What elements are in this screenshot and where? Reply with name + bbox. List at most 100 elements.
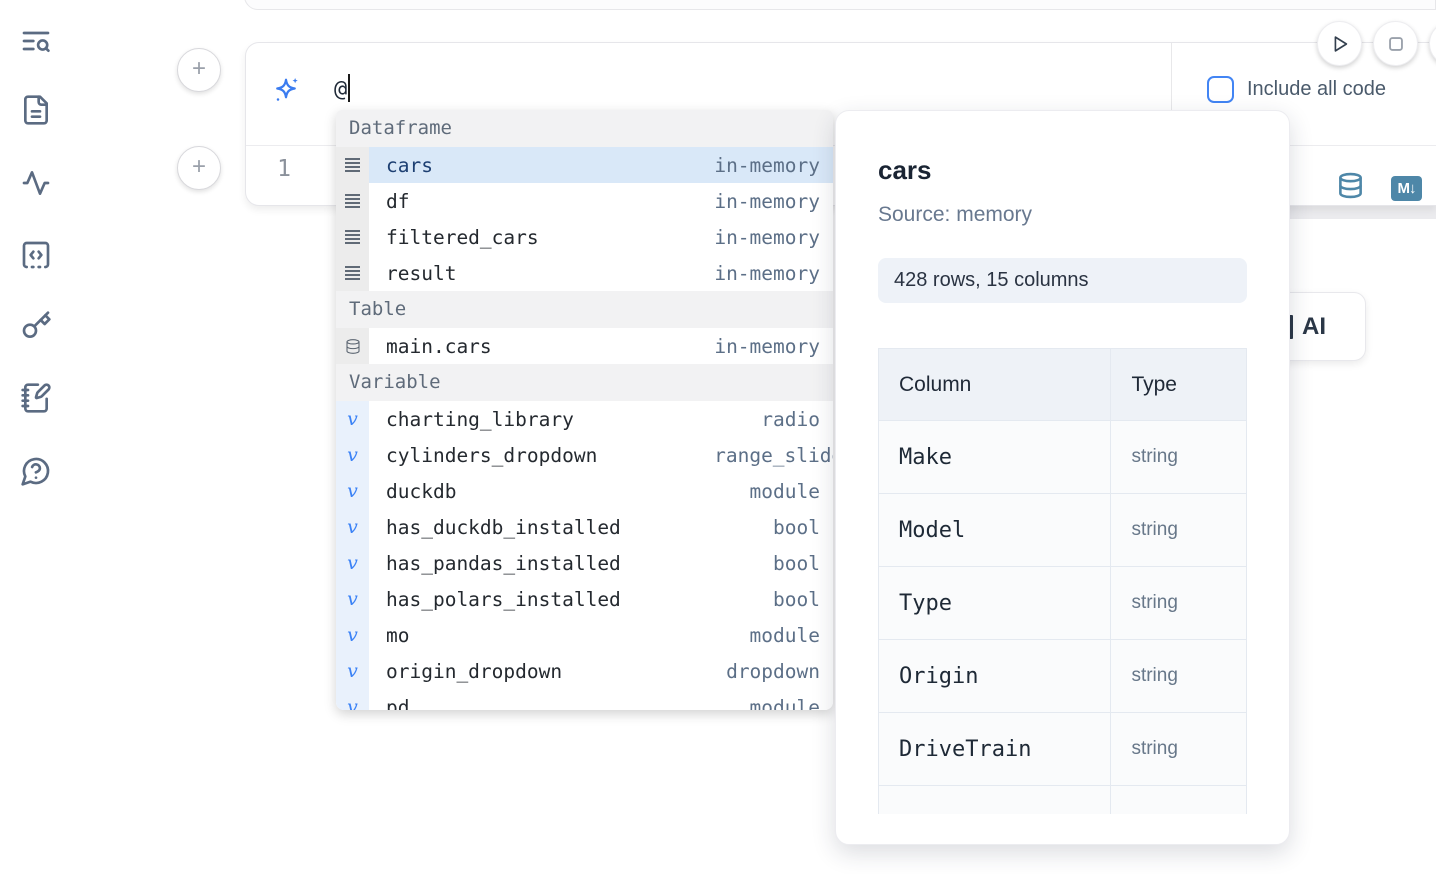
dataframe-icon — [344, 265, 361, 281]
autocomplete-item[interactable]: v has_duckdb_installed bool — [336, 509, 833, 545]
schema-column-type — [1111, 786, 1247, 815]
item-gutter: v — [336, 255, 369, 291]
notebook-pen-icon — [20, 382, 52, 414]
help-chat-icon — [20, 455, 52, 487]
autocomplete-item[interactable]: v mo module — [336, 617, 833, 653]
autocomplete-section-header: Table — [336, 291, 833, 328]
autocomplete-list: Dataframe v cars in-memory v df in-memor… — [336, 110, 833, 710]
item-name: cylinders_dropdown — [386, 444, 597, 467]
item-name: result — [386, 262, 456, 285]
variable-icon: v — [347, 662, 358, 681]
schema-column-name: Type — [879, 567, 1111, 640]
item-gutter: v — [336, 545, 369, 581]
autocomplete-item[interactable]: v filtered_cars in-memory — [336, 219, 833, 255]
autocomplete-item[interactable]: v charting_library radio — [336, 401, 833, 437]
sidebar-item-scratchpad[interactable] — [19, 381, 53, 415]
item-gutter: v — [336, 437, 369, 473]
include-all-code-checkbox[interactable] — [1207, 76, 1234, 103]
item-type: module — [750, 480, 820, 503]
variable-icon: v — [347, 446, 358, 465]
autocomplete-item[interactable]: v has_pandas_installed bool — [336, 545, 833, 581]
file-document-icon — [20, 94, 52, 126]
schema-row: Origin string — [879, 640, 1247, 713]
markdown-icon[interactable]: M↓ — [1391, 176, 1422, 201]
item-gutter: v — [336, 219, 369, 255]
autocomplete-item[interactable]: v df in-memory — [336, 183, 833, 219]
item-name: origin_dropdown — [386, 660, 562, 683]
run-cell-button[interactable] — [1317, 21, 1362, 66]
line-number: 1 — [267, 156, 291, 182]
item-gutter: v — [336, 147, 369, 183]
autocomplete-item[interactable]: v duckdb module — [336, 473, 833, 509]
item-type: in-memory — [714, 226, 820, 249]
schema-table: Column Type Make string Model string Typ… — [878, 348, 1247, 814]
item-type: in-memory — [714, 262, 820, 285]
autocomplete-item[interactable]: v cars in-memory — [336, 147, 833, 183]
sidebar-item-snippets[interactable] — [19, 238, 53, 272]
autocomplete-item[interactable]: v has_polars_installed bool — [336, 581, 833, 617]
variable-icon: v — [347, 590, 358, 609]
stop-button[interactable] — [1373, 21, 1418, 66]
sidebar-item-files[interactable] — [19, 93, 53, 127]
item-gutter: v — [336, 617, 369, 653]
marimo-notebook: + + @ Include all code 1 M↓ — [0, 0, 1436, 874]
autocomplete-item[interactable]: v pd module — [336, 689, 833, 710]
sidebar — [0, 0, 72, 874]
item-gutter: v — [336, 328, 369, 364]
item-type: in-memory — [714, 335, 820, 358]
item-name: charting_library — [386, 408, 574, 431]
item-type: bool — [773, 588, 820, 611]
autocomplete-section-header: Dataframe — [336, 110, 833, 147]
add-cell-button[interactable]: + — [177, 146, 221, 190]
previous-cell-edge — [244, 0, 1436, 10]
schema-header-column: Column — [879, 349, 1111, 421]
item-type: range_slider — [714, 444, 833, 467]
variable-icon: v — [347, 518, 358, 537]
autocomplete-item[interactable]: v origin_dropdown dropdown — [336, 653, 833, 689]
item-name: filtered_cars — [386, 226, 539, 249]
item-name: cars — [386, 154, 433, 177]
item-type: module — [750, 624, 820, 647]
dataframe-icon — [344, 229, 361, 245]
ai-prompt-input[interactable]: @ — [334, 77, 350, 102]
section-label: Dataframe — [349, 117, 452, 139]
schema-column-name: DriveTrain — [879, 713, 1111, 786]
variable-icon: v — [347, 626, 358, 645]
item-gutter: v — [336, 689, 369, 710]
item-gutter: v — [336, 653, 369, 689]
schema-column-name: Make — [879, 421, 1111, 494]
variable-icon: v — [347, 482, 358, 501]
schema-row: Model string — [879, 494, 1247, 567]
item-name: has_polars_installed — [386, 588, 621, 611]
table-database-icon — [345, 338, 361, 355]
panel-title: cars — [878, 155, 932, 186]
variable-icon: v — [347, 554, 358, 573]
add-cell-button-top[interactable]: + — [177, 48, 221, 92]
autocomplete-item[interactable]: v main.cars in-memory — [336, 328, 833, 364]
variable-icon: v — [347, 698, 358, 711]
code-snippets-icon — [20, 239, 52, 271]
sidebar-item-keyboard-shortcuts[interactable] — [19, 309, 53, 343]
include-all-code-label: Include all code — [1247, 78, 1386, 101]
sidebar-item-activity[interactable] — [19, 166, 53, 200]
item-type: in-memory — [714, 154, 820, 177]
schema-body: Make string Model string Type string Ori… — [879, 421, 1247, 815]
item-name: duckdb — [386, 480, 456, 503]
shape-badge: 428 rows, 15 columns — [878, 258, 1247, 303]
autocomplete-item[interactable]: v cylinders_dropdown range_slider — [336, 437, 833, 473]
autocomplete-dropdown: Dataframe v cars in-memory v df in-memor… — [336, 110, 833, 710]
item-gutter: v — [336, 581, 369, 617]
key-icon — [20, 310, 52, 342]
item-gutter: v — [336, 183, 369, 219]
schema-row — [879, 786, 1247, 815]
database-icon — [1337, 171, 1364, 200]
dataframe-preview-panel: cars Source: memory 428 rows, 15 columns… — [835, 110, 1290, 845]
autocomplete-item[interactable]: v result in-memory — [336, 255, 833, 291]
sidebar-item-search[interactable] — [19, 24, 53, 58]
item-name: main.cars — [386, 335, 492, 358]
sidebar-item-help[interactable] — [19, 454, 53, 488]
datasource-button[interactable] — [1337, 171, 1364, 205]
item-type: module — [750, 696, 820, 711]
item-name: df — [386, 190, 409, 213]
schema-column-type: string — [1111, 421, 1247, 494]
